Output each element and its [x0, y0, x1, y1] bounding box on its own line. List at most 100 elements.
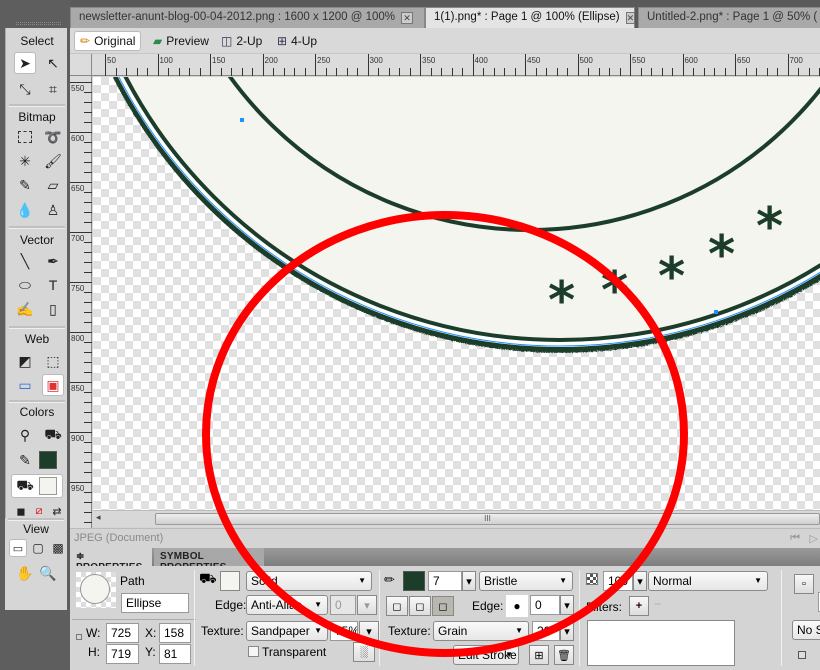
eraser-icon[interactable]: ▱ — [42, 174, 64, 196]
scroll-left-arrow[interactable]: ◂ — [96, 512, 101, 523]
subselection-tool[interactable]: ↖ — [42, 52, 64, 74]
scale-tool[interactable]: ⤡ — [14, 78, 36, 100]
4-up-button[interactable]: ⊞ 4-Up — [272, 31, 322, 51]
rubber-stamp-icon[interactable]: ♙ — [42, 199, 64, 221]
button-label: 2-Up — [236, 34, 263, 48]
stroke-color-swatch[interactable] — [39, 451, 57, 469]
ruler-tick — [493, 68, 495, 76]
ruler-tick — [157, 54, 159, 76]
stroke-edge-input[interactable]: 0 — [530, 595, 560, 615]
hide-slices-icon[interactable]: ▭ — [14, 374, 36, 396]
hand-icon[interactable]: ✋ — [14, 562, 36, 584]
fill-edge-dropdown[interactable]: Anti-Alias — [246, 595, 328, 615]
brush-icon[interactable]: 🖌 — [42, 150, 64, 172]
style-options-icon[interactable] — [798, 651, 806, 659]
stroke-type-dropdown[interactable]: Bristle — [479, 571, 573, 591]
panel-grip[interactable] — [16, 22, 61, 25]
knife-icon[interactable]: ▯ — [42, 298, 64, 320]
add-stroke-icon[interactable]: ⊞ — [529, 645, 549, 665]
hotspot-icon[interactable]: ◩ — [14, 350, 36, 372]
asterisk: * — [756, 197, 783, 257]
zoom-icon[interactable]: 🔍 — [37, 562, 59, 584]
fill-texture-dropdown[interactable]: Sandpaper — [246, 621, 328, 641]
tab-newsletter[interactable]: newsletter-anunt-blog-00-04-2012.png : 1… — [70, 7, 425, 28]
ellipse-icon[interactable]: ⬭ — [14, 274, 36, 296]
stroke-edge-dropdown[interactable]: ▾ — [560, 595, 574, 615]
edit-stroke-button[interactable]: Edit Stroke — [453, 645, 519, 665]
stroke-texture-amount[interactable]: 20 — [532, 621, 560, 641]
text-icon[interactable]: T — [42, 274, 64, 296]
2-up-button[interactable]: ◫ 2-Up — [216, 31, 267, 51]
tab-ellipse[interactable]: 1(1).png* : Page 1 @ 100% (Ellipse) ✕ — [425, 7, 636, 28]
stroke-outside-button[interactable]: ◻ — [432, 596, 454, 616]
transparent-checkbox[interactable] — [248, 646, 259, 657]
close-icon[interactable]: ✕ — [625, 12, 636, 24]
stroke-color-swatch[interactable] — [403, 571, 425, 591]
fill-texture-amount-dropdown[interactable]: ▾ — [359, 621, 379, 641]
pencil-icon[interactable]: ✎ — [14, 174, 36, 196]
close-icon[interactable]: ✕ — [401, 12, 413, 24]
marquee-icon[interactable] — [14, 126, 36, 148]
opacity-input[interactable]: 100 — [603, 571, 633, 591]
line-icon[interactable]: ╲ — [14, 250, 36, 272]
stroke-size-input[interactable]: 7 — [428, 571, 462, 591]
show-slices-icon[interactable]: ▣ — [42, 374, 64, 396]
fill-options-button[interactable]: ░ — [353, 642, 375, 662]
height-input[interactable]: 719 — [106, 644, 139, 664]
slice-icon[interactable]: ⬚ — [42, 350, 64, 372]
tab-properties[interactable]: ≑ PROPERTIES — [70, 548, 152, 573]
magic-wand-icon[interactable]: ✳ — [14, 150, 36, 172]
pen-icon[interactable]: ✒ — [42, 250, 64, 272]
document-canvas[interactable]: * * * * * — [93, 77, 820, 510]
x-input[interactable]: 158 — [159, 623, 191, 643]
feather-input[interactable]: 0 — [330, 595, 356, 615]
stroke-size-dropdown[interactable]: ▾ — [462, 571, 476, 591]
full-screen-menus-icon[interactable]: ▢ — [29, 539, 47, 557]
blend-mode-dropdown[interactable]: Normal — [648, 571, 768, 591]
selection-handle[interactable] — [240, 118, 244, 122]
horizontal-scrollbar[interactable]: ◂ III — [93, 510, 820, 527]
lasso-icon[interactable]: ➰ — [42, 126, 64, 148]
y-input[interactable]: 81 — [159, 644, 191, 664]
opacity-dropdown[interactable]: ▾ — [633, 571, 647, 591]
remove-filter-button[interactable]: − — [654, 597, 661, 611]
pointer-tool[interactable]: ➤ — [14, 52, 36, 74]
width-input[interactable]: 725 — [106, 623, 139, 643]
tab-symbol-properties[interactable]: SYMBOL PROPERTIES — [154, 548, 264, 573]
style-button[interactable]: ▫ — [794, 574, 814, 594]
feather-dropdown[interactable]: ▾ — [357, 595, 377, 615]
object-name-input[interactable]: Ellipse — [121, 593, 189, 613]
blur-icon[interactable]: 💧 — [14, 199, 36, 221]
stroke-center-button[interactable]: ◻ — [409, 596, 431, 616]
selection-handle[interactable] — [714, 310, 718, 314]
stroke-texture-dropdown[interactable]: Grain — [433, 621, 529, 641]
style-dropdown[interactable]: No Style — [792, 620, 820, 640]
divider — [579, 570, 580, 666]
tab-untitled[interactable]: Untitled-2.png* : Page 1 @ 50% ( — [638, 7, 820, 28]
crop-icon[interactable]: ⌗ — [42, 78, 64, 100]
stroke-inside-button[interactable]: ◻ — [386, 596, 408, 616]
eyedropper-icon[interactable]: ⚲ — [14, 424, 36, 446]
play-icon[interactable]: ▷ — [810, 532, 818, 545]
fill-type-dropdown[interactable]: Solid — [246, 571, 372, 591]
paint-bucket-icon[interactable]: ⛟ — [42, 424, 64, 446]
pencil-icon: ✏ — [80, 34, 91, 48]
add-filter-button[interactable]: + — [629, 596, 649, 616]
preview-button[interactable]: ▰ Preview — [148, 31, 214, 51]
filters-list[interactable] — [587, 620, 735, 666]
full-screen-icon[interactable]: ▩ — [49, 539, 67, 557]
ruler-label: 850 — [71, 384, 85, 393]
constrain-proportions-icon[interactable] — [76, 634, 82, 640]
ruler-label: 750 — [71, 284, 85, 293]
ruler-tick — [231, 68, 232, 76]
fill-color-swatch[interactable] — [39, 477, 57, 495]
trash-icon[interactable]: 🗑 — [554, 645, 574, 665]
original-view-button[interactable]: ✏ Original — [74, 31, 142, 51]
first-frame-icon[interactable]: ⏮ — [790, 532, 800, 545]
scrollbar-thumb[interactable]: III — [155, 513, 820, 525]
fill-color-swatch[interactable] — [220, 571, 240, 591]
fill-texture-amount[interactable]: 75% — [330, 621, 358, 641]
stroke-texture-amount-dropdown[interactable]: ▾ — [560, 621, 574, 641]
standard-screen-icon[interactable]: ▭ — [9, 539, 27, 557]
freeform-icon[interactable]: ✍ — [14, 298, 36, 320]
